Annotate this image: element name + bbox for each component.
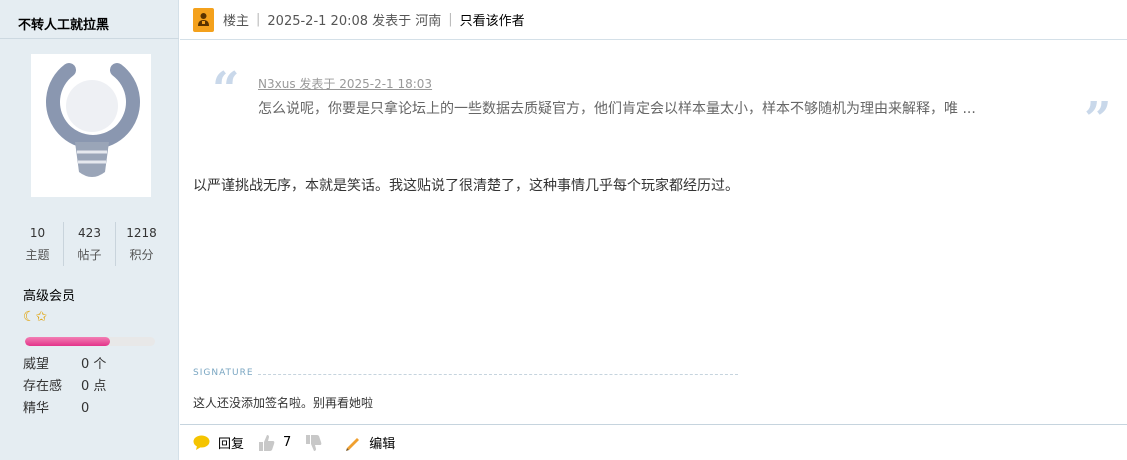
posted-info: 2025-2-1 20:08 发表于 河南 [267, 14, 442, 29]
post-content: 楼主 | 2025-2-1 20:08 发表于 河南 | 只看该作者 “ N3x… [180, 0, 1127, 460]
stat-value: 423 [78, 226, 101, 240]
stat-label: 主题 [25, 248, 50, 262]
signature-label: SIGNATURE [193, 368, 254, 378]
footer-divider [180, 424, 1127, 425]
avatar[interactable] [31, 54, 151, 197]
stat-posts[interactable]: 423 帖子 [64, 222, 116, 266]
extra-row: 存在感 0 点 [23, 376, 106, 398]
extra-value: 0 个 [81, 357, 107, 372]
stat-label: 积分 [129, 248, 154, 262]
reply-button[interactable]: 回复 [193, 433, 244, 452]
edit-label: 编辑 [369, 437, 396, 452]
thumbs-down-icon [305, 434, 322, 452]
quote-open-icon: “ [212, 62, 240, 118]
like-count: 7 [283, 435, 292, 450]
separator: | [448, 12, 453, 27]
like-button[interactable]: 7 [258, 434, 291, 452]
extra-value: 0 [81, 401, 90, 416]
extra-value: 0 点 [81, 379, 107, 394]
divider [0, 38, 179, 39]
stat-label: 帖子 [77, 248, 102, 262]
level-progress-bar [25, 337, 155, 346]
stat-value: 1218 [126, 226, 157, 240]
avatar-image-icon [31, 54, 151, 197]
author-sidebar: 不转人工就拉黑 10 主题 423 帖子 1218 积分 高级会员 ☾✩ 威望 … [0, 0, 179, 460]
post-body: 以严谨挑战无序，本就是笑话。我这贴说了很清楚了，这种事情几乎每个玩家都经历过。 [193, 178, 739, 194]
quote-author-link[interactable]: N3xus 发表于 2025-2-1 18:03 [258, 75, 432, 92]
stat-threads[interactable]: 10 主题 [12, 222, 64, 266]
author-username[interactable]: 不转人工就拉黑 [18, 14, 109, 33]
stat-value: 10 [29, 226, 46, 240]
rank-moon-star-icon: ☾✩ [23, 309, 48, 325]
post-header: 楼主 | 2025-2-1 20:08 发表于 河南 | 只看该作者 [180, 0, 1127, 40]
user-rank[interactable]: 高级会员 [23, 285, 75, 304]
quote-close-icon: ” [1084, 92, 1112, 148]
floor-label: 楼主 [223, 14, 250, 29]
signature-text: 这人还没添加签名啦。别再看她啦 [193, 396, 374, 410]
post-actions: 回复 7 编辑 [193, 433, 409, 452]
reply-label: 回复 [218, 437, 245, 452]
dislike-button[interactable] [305, 434, 330, 452]
chat-bubble-icon [193, 435, 210, 450]
extra-row: 威望 0 个 [23, 354, 106, 376]
original-poster-icon [193, 7, 214, 32]
author-stats: 10 主题 423 帖子 1218 积分 [12, 222, 167, 266]
edit-button[interactable]: 编辑 [344, 433, 395, 452]
level-progress-fill [25, 337, 110, 346]
only-author-link[interactable]: 只看该作者 [460, 10, 525, 29]
extra-key: 威望 [23, 357, 50, 372]
signature-divider [258, 374, 738, 375]
extra-key: 存在感 [23, 379, 63, 394]
extra-row: 精华 0 [23, 398, 106, 420]
thumbs-up-icon [258, 434, 275, 452]
extra-key: 精华 [23, 401, 50, 416]
author-extra-info: 威望 0 个 存在感 0 点 精华 0 [23, 354, 106, 420]
pencil-icon [344, 434, 361, 451]
quote-text: 怎么说呢，你要是只拿论坛上的一些数据去质疑官方，他们肯定会以样本量太小，样本不够… [258, 101, 976, 117]
stat-points[interactable]: 1218 积分 [116, 222, 167, 266]
separator: | [256, 12, 261, 27]
